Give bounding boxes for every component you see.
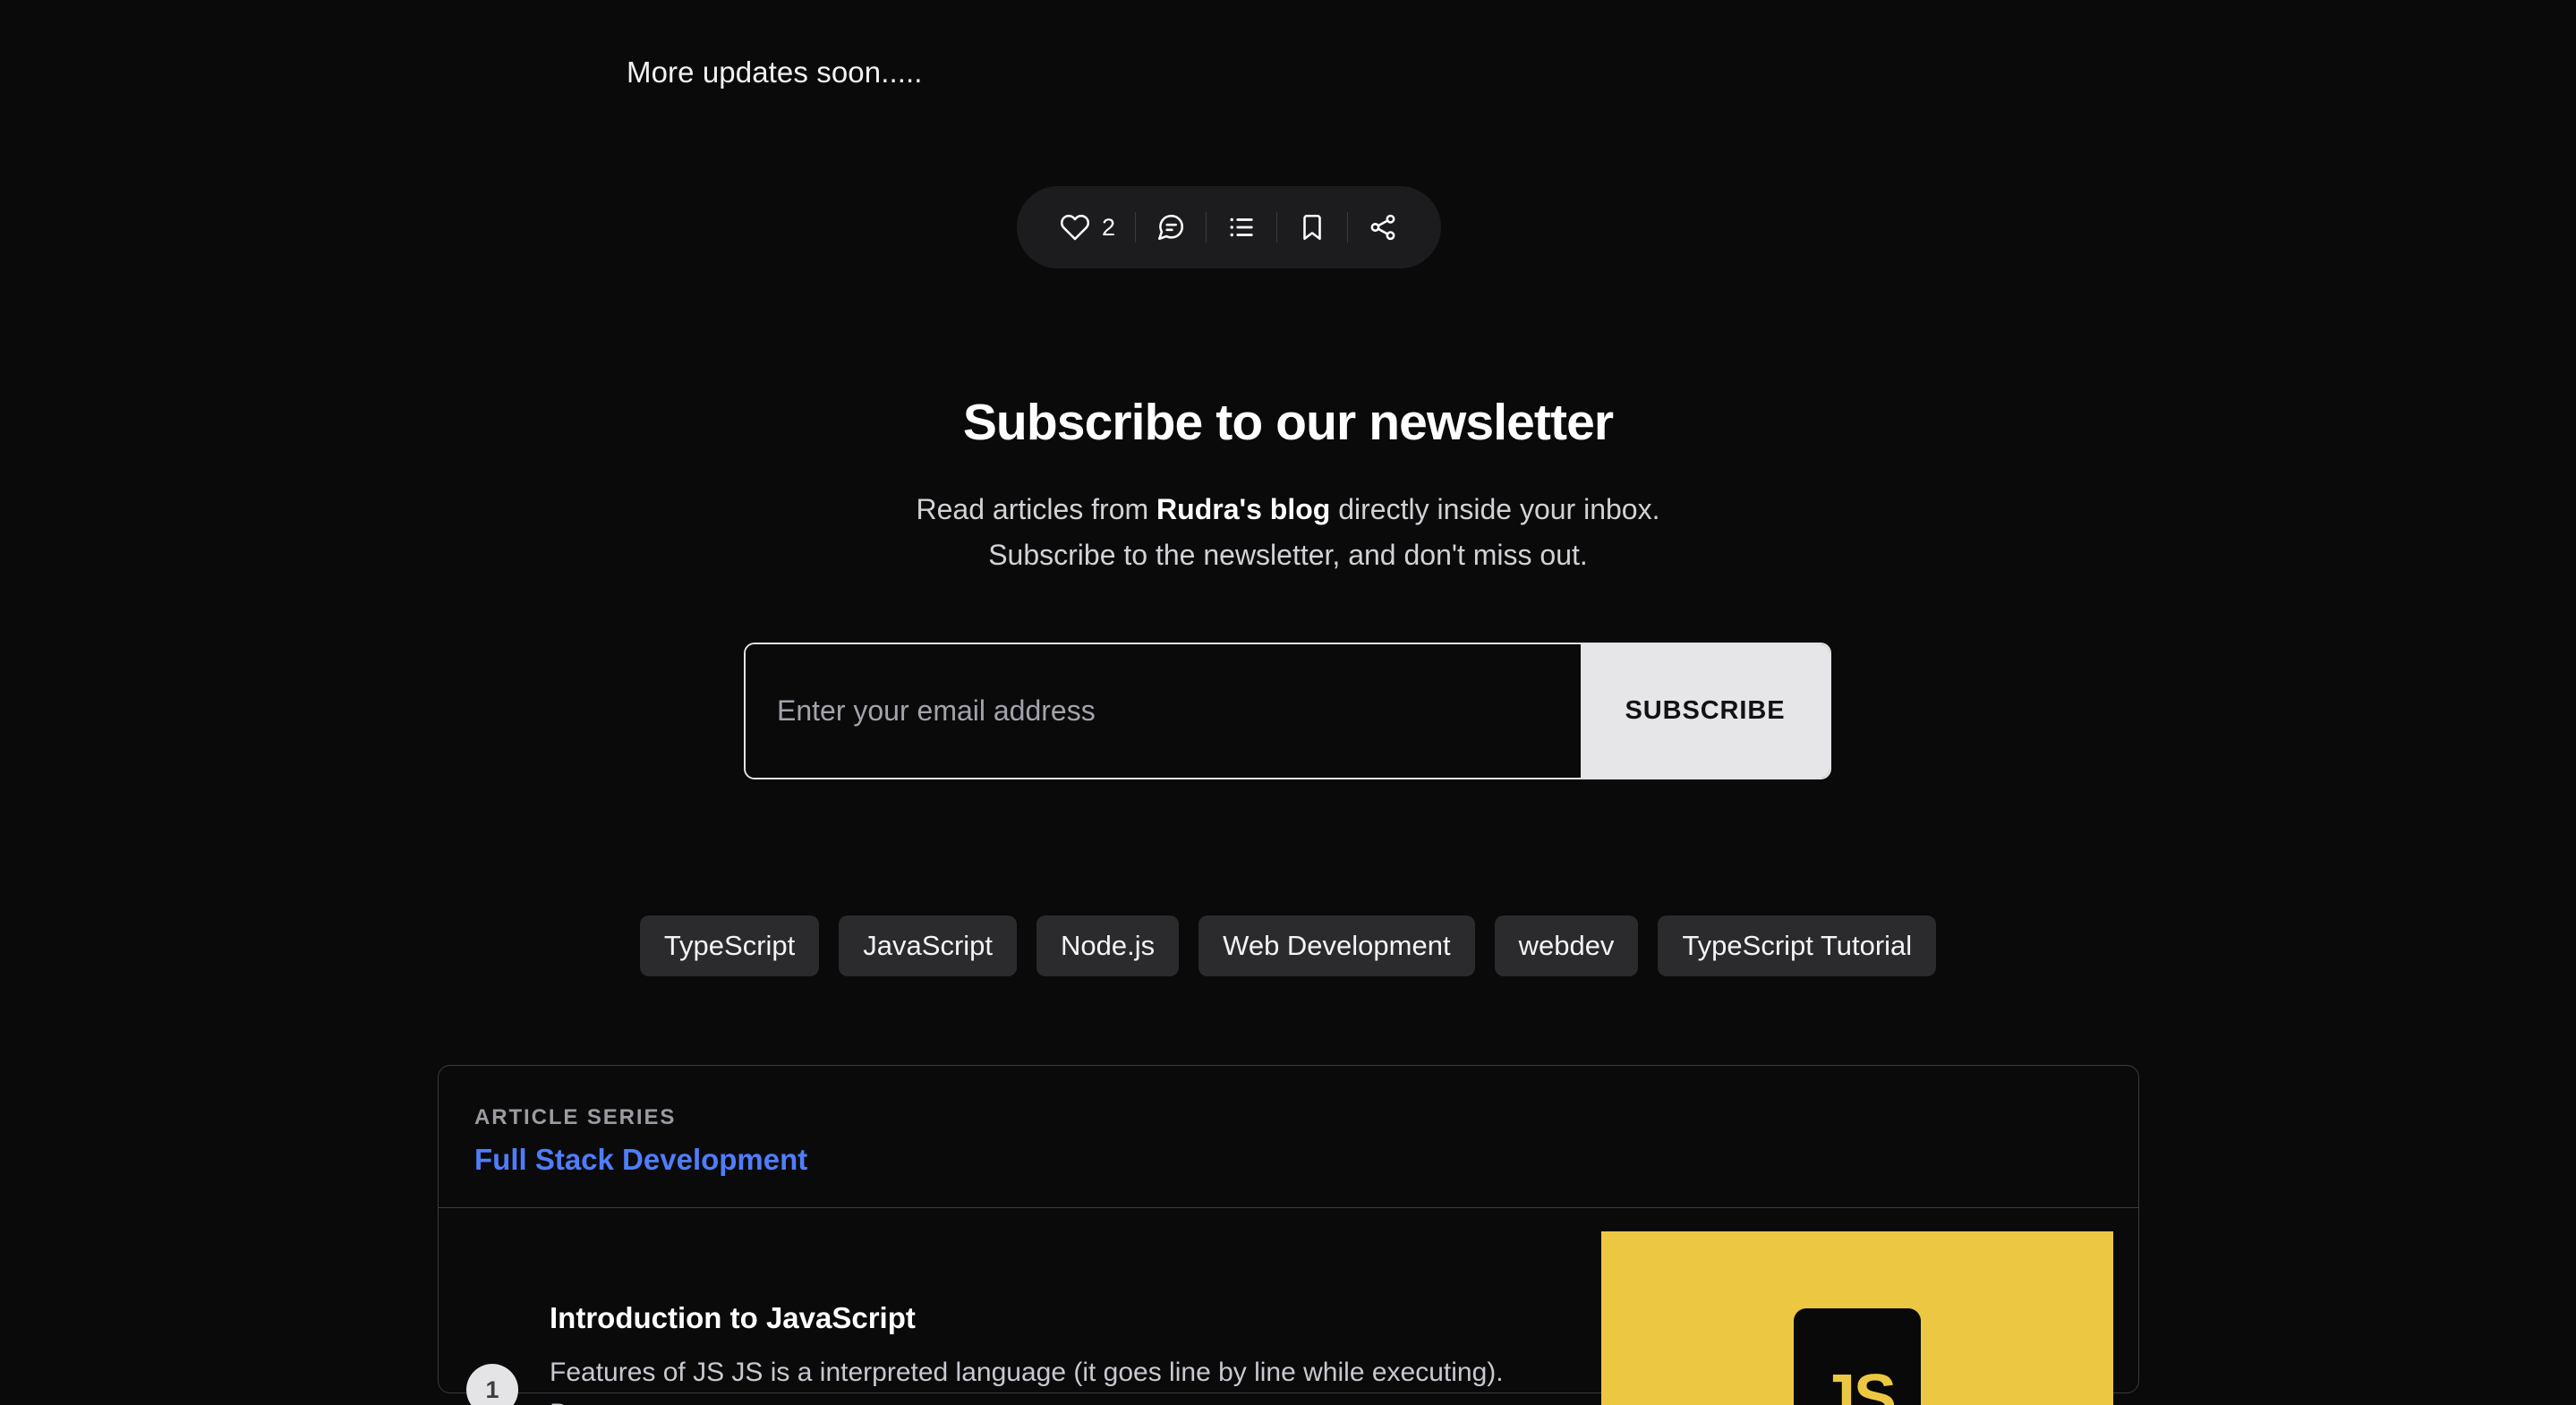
- heart-icon: [1060, 212, 1090, 243]
- list-icon: [1226, 212, 1257, 243]
- series-entry-title[interactable]: Introduction to JavaScript: [550, 1299, 1525, 1336]
- series-kicker: ARTICLE SERIES: [474, 1105, 677, 1129]
- comment-icon: [1156, 212, 1186, 243]
- subscribe-button[interactable]: SUBSCRIBE: [1581, 644, 1830, 778]
- newsletter-subtitle-post: directly inside your inbox.: [1330, 492, 1660, 525]
- email-input[interactable]: [746, 644, 1581, 778]
- tag-item[interactable]: TypeScript: [639, 915, 820, 976]
- javascript-logo-icon: JS: [1794, 1308, 1921, 1405]
- tag-list: TypeScript JavaScript Node.js Web Develo…: [0, 915, 2576, 976]
- bookmark-button[interactable]: [1277, 203, 1347, 251]
- tag-item[interactable]: JavaScript: [839, 915, 1018, 976]
- comment-button[interactable]: [1136, 203, 1206, 251]
- series-entry-content: Introduction to JavaScript Features of J…: [550, 1299, 1525, 1405]
- newsletter-form: SUBSCRIBE: [744, 643, 1831, 779]
- newsletter-brand: Rudra's blog: [1156, 492, 1331, 525]
- tag-item[interactable]: TypeScript Tutorial: [1658, 915, 1937, 976]
- article-trailing-paragraph: More updates soon.....: [627, 55, 923, 89]
- newsletter-subtitle-line2: Subscribe to the newsletter, and don't m…: [988, 539, 1588, 572]
- javascript-logo-label: JS: [1819, 1362, 1897, 1405]
- tag-item[interactable]: Node.js: [1036, 915, 1180, 976]
- series-header: ARTICLE SERIES Full Stack Development: [439, 1066, 2138, 1208]
- bookmark-icon: [1297, 212, 1327, 243]
- newsletter-subtitle-pre: Read articles from: [916, 492, 1157, 525]
- newsletter-subtitle: Read articles from Rudra's blog directly…: [0, 487, 2576, 580]
- newsletter-title: Subscribe to our newsletter: [962, 394, 1614, 451]
- series-entry-description: Features of JS JS is a interpreted langu…: [550, 1358, 1504, 1405]
- series-entry-thumbnail[interactable]: JS: [1601, 1231, 2113, 1405]
- like-button[interactable]: 2: [1040, 203, 1135, 251]
- tag-item[interactable]: webdev: [1494, 915, 1639, 976]
- like-count: 2: [1102, 213, 1116, 241]
- share-button[interactable]: [1348, 203, 1418, 251]
- share-icon: [1368, 212, 1398, 243]
- newsletter-section: Subscribe to our newsletter Read article…: [0, 394, 2576, 579]
- table-of-contents-button[interactable]: [1207, 203, 1276, 251]
- series-name-link[interactable]: Full Stack Development: [474, 1143, 2103, 1177]
- tag-item[interactable]: Web Development: [1198, 915, 1475, 976]
- article-action-bar: 2: [1017, 186, 1442, 268]
